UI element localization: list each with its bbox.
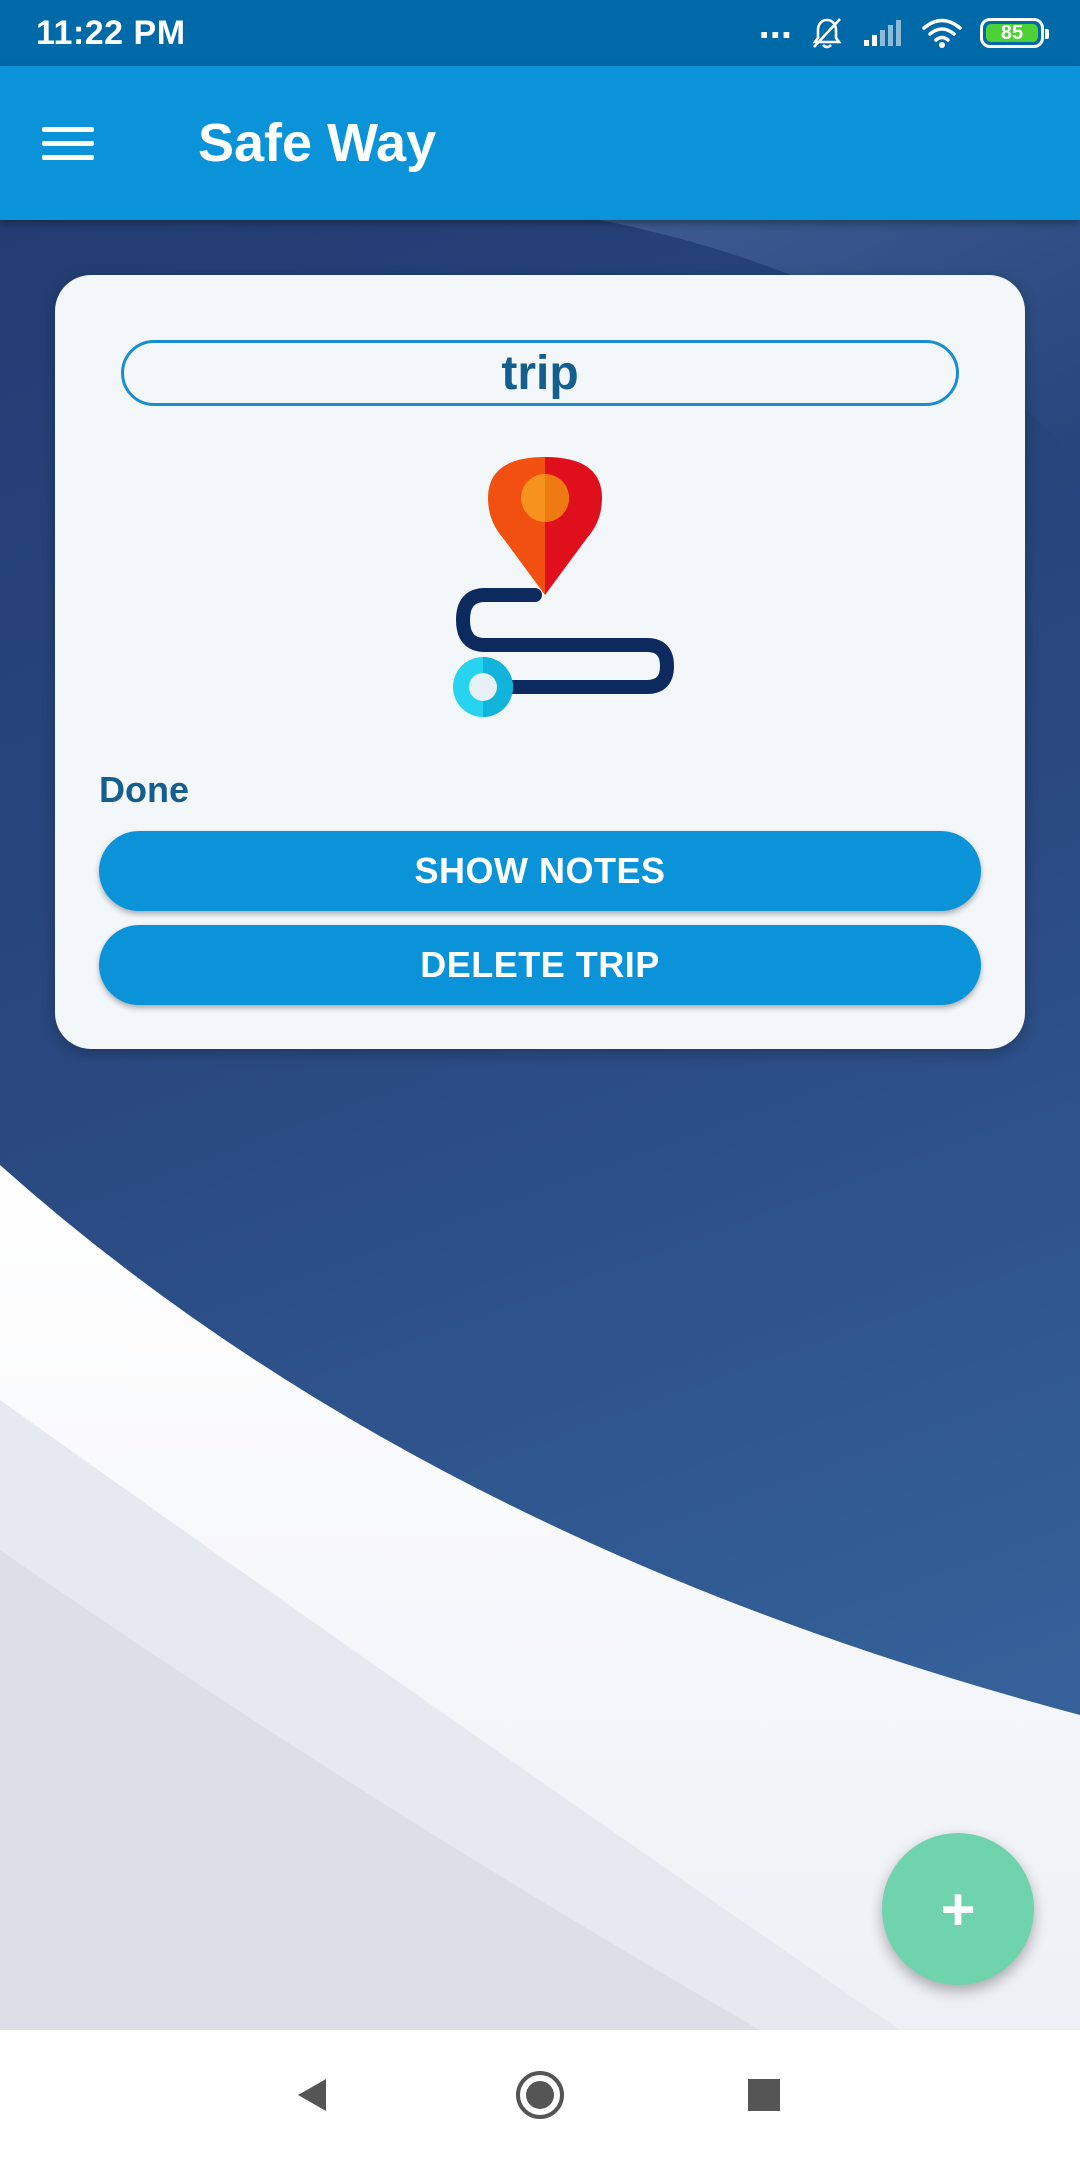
status-icons: ... 85: [758, 3, 1049, 50]
navigation-bar: [0, 2030, 1080, 2160]
trip-status: Done: [99, 769, 189, 810]
route-map-pin-icon: [453, 457, 674, 717]
battery-tip: [1045, 29, 1049, 39]
add-icon: +: [940, 1875, 976, 1943]
app-title: Safe Way: [198, 113, 437, 173]
trip-name-field[interactable]: trip: [121, 340, 959, 406]
battery-icon: 85: [980, 18, 1049, 48]
status-bar: 11:22 PM ... 85: [0, 0, 1080, 66]
app-bar: Safe Way: [0, 66, 1080, 220]
signal-icon: [864, 20, 901, 46]
more-notifications-icon: ...: [758, 3, 792, 47]
back-triangle-icon[interactable]: [294, 2075, 330, 2115]
delete-trip-button[interactable]: DELETE TRIP: [99, 925, 981, 1005]
status-time: 11:22 PM: [36, 13, 186, 52]
recents-square-icon[interactable]: [746, 2077, 782, 2113]
trip-card: trip Done SHOW NOTES DELETE TRIP: [55, 275, 1025, 1049]
add-trip-button[interactable]: +: [882, 1833, 1034, 1985]
show-notes-button[interactable]: SHOW NOTES: [99, 831, 981, 911]
notifications-muted-icon: [812, 18, 842, 49]
battery-level: 85: [1000, 21, 1024, 44]
hamburger-menu-icon[interactable]: [42, 113, 112, 173]
wifi-icon: [922, 18, 962, 48]
home-circle-icon[interactable]: [514, 2069, 566, 2121]
